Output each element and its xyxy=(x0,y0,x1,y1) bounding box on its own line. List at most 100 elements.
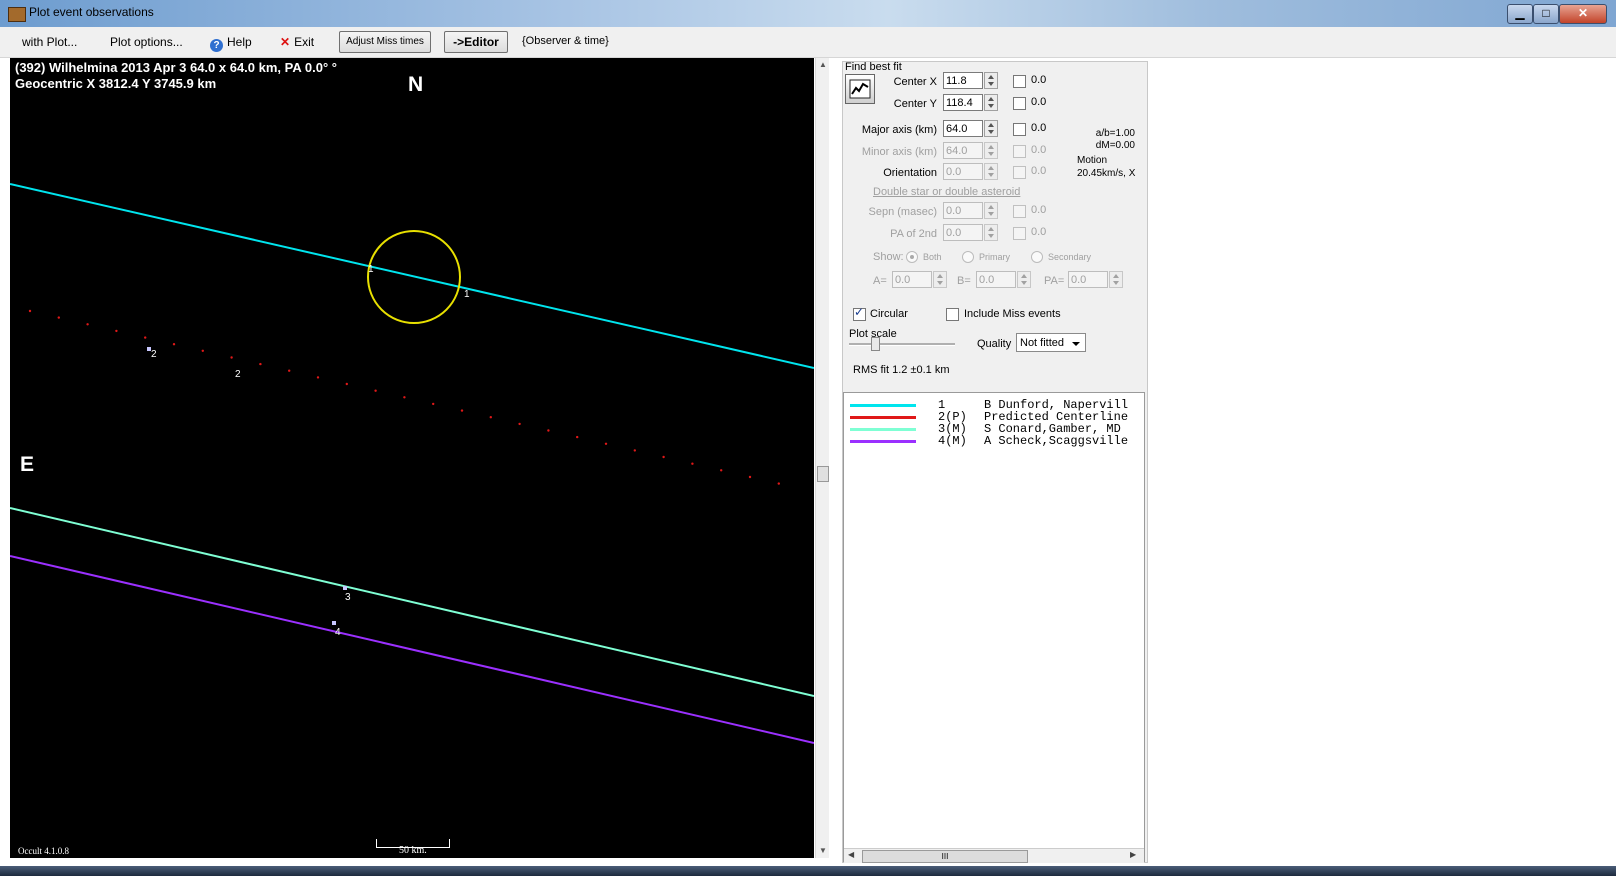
major-axis-input[interactable]: 64.0 xyxy=(943,120,983,137)
chord-label: 2 xyxy=(151,349,157,360)
quality-select[interactable]: Not fitted xyxy=(1016,333,1086,352)
minor-axis-uncertainty: 0.0 xyxy=(1031,144,1047,156)
find-best-fit-button[interactable] xyxy=(845,74,875,104)
scroll-thumb[interactable] xyxy=(817,466,829,482)
legend-number: 4(M) xyxy=(938,434,967,448)
predicted-dot xyxy=(28,309,32,313)
chevron-down-icon xyxy=(1072,342,1080,346)
east-label: E xyxy=(20,453,35,476)
a-spinner[interactable] xyxy=(933,271,947,288)
orientation-uncertainty: 0.0 xyxy=(1031,165,1047,177)
minor-axis-label: Minor axis (km) xyxy=(861,146,937,158)
center-y-checkbox[interactable] xyxy=(1013,97,1026,110)
title-bar: Plot event observations ▁ □ ✕ xyxy=(0,0,1616,27)
show-both-radio[interactable] xyxy=(906,251,918,263)
menu-exit[interactable]: ✕ Exit xyxy=(280,35,314,49)
b-input[interactable]: 0.0 xyxy=(976,271,1016,288)
a-input[interactable]: 0.0 xyxy=(892,271,932,288)
delta-magnitude: dM=0.00 xyxy=(1095,140,1135,151)
scroll-down-icon[interactable]: ▼ xyxy=(819,846,827,855)
show-secondary-radio[interactable] xyxy=(1031,251,1043,263)
orientation-input[interactable]: 0.0 xyxy=(943,163,983,180)
window-title: Plot event observations xyxy=(29,5,154,19)
double-star-label: Double star or double asteroid xyxy=(873,186,1021,198)
predicted-dot xyxy=(432,402,435,406)
menu-bar: with Plot... Plot options... ? Help ✕ Exit… xyxy=(0,27,1616,58)
plot-header-line1: (392) Wilhelmina 2013 Apr 3 64.0 x 64.0 … xyxy=(15,60,337,75)
maximize-button[interactable]: □ xyxy=(1533,4,1559,24)
menu-help-label: Help xyxy=(227,35,252,49)
observer-legend-list[interactable]: 1 B Dunford, Napervill 2(P) Predicted Ce… xyxy=(843,392,1145,863)
pa-second-input[interactable]: 0.0 xyxy=(943,224,983,241)
legend-scroll-thumb[interactable]: III xyxy=(862,850,1028,863)
pa-second-spinner[interactable] xyxy=(984,224,998,241)
minor-axis-input[interactable]: 64.0 xyxy=(943,142,983,159)
pa-label: PA= xyxy=(1044,275,1065,287)
major-axis-spinner[interactable] xyxy=(984,120,998,137)
chord-label: 4 xyxy=(335,627,341,638)
predicted-dot xyxy=(547,429,550,432)
minor-axis-checkbox[interactable] xyxy=(1013,145,1026,158)
orientation-checkbox[interactable] xyxy=(1013,166,1026,179)
chord-line-1 xyxy=(10,183,814,369)
plot-scale-thumb[interactable] xyxy=(871,337,880,351)
scroll-up-icon[interactable]: ▲ xyxy=(819,60,827,69)
menu-with-plot[interactable]: with Plot... xyxy=(22,35,77,49)
plot-header-line2: Geocentric X 3812.4 Y 3745.9 km xyxy=(15,76,217,91)
menu-help[interactable]: ? Help xyxy=(210,35,252,52)
show-secondary-label: Secondary xyxy=(1048,252,1092,262)
chord-point-3 xyxy=(343,586,347,590)
b-spinner[interactable] xyxy=(1017,271,1031,288)
scroll-left-icon[interactable]: ◀ xyxy=(848,850,854,859)
plot-scale-track[interactable] xyxy=(849,343,955,346)
major-axis-uncertainty: 0.0 xyxy=(1031,122,1047,134)
include-miss-checkbox[interactable] xyxy=(946,308,959,321)
separation-input[interactable]: 0.0 xyxy=(943,202,983,219)
menu-plot-options[interactable]: Plot options... xyxy=(110,35,183,49)
predicted-dot xyxy=(86,323,89,326)
plot-canvas[interactable]: (392) Wilhelmina 2013 Apr 3 64.0 x 64.0 … xyxy=(10,58,814,858)
minimize-button[interactable]: ▁ xyxy=(1507,4,1533,24)
observer-time-label: {Observer & time} xyxy=(522,35,609,47)
circular-checkbox[interactable] xyxy=(853,305,866,321)
pa-spinner[interactable] xyxy=(1109,271,1123,288)
show-label: Show: xyxy=(873,251,904,263)
separation-checkbox[interactable] xyxy=(1013,205,1026,218)
orientation-label: Orientation xyxy=(883,167,937,179)
pa-input[interactable]: 0.0 xyxy=(1068,271,1108,288)
legend-horizontal-scrollbar[interactable]: ◀ III ▶ xyxy=(844,848,1144,863)
center-x-spinner[interactable] xyxy=(984,72,998,89)
center-x-input[interactable]: 11.8 xyxy=(943,72,983,89)
separation-spinner[interactable] xyxy=(984,202,998,219)
predicted-centerline xyxy=(28,309,780,485)
chord-label: 1 xyxy=(464,289,470,300)
quality-value: Not fitted xyxy=(1020,337,1065,349)
predicted-dot xyxy=(576,435,579,439)
minor-axis-spinner[interactable] xyxy=(984,142,998,159)
fit-chart-icon xyxy=(849,79,871,99)
predicted-dot xyxy=(144,336,147,339)
pa-second-checkbox[interactable] xyxy=(1013,227,1026,240)
predicted-dot xyxy=(115,329,118,333)
center-x-checkbox[interactable] xyxy=(1013,75,1026,88)
show-primary-radio[interactable] xyxy=(962,251,974,263)
predicted-dot xyxy=(316,376,320,379)
major-axis-checkbox[interactable] xyxy=(1013,123,1026,136)
adjust-miss-times-button[interactable]: Adjust Miss times xyxy=(339,31,431,53)
center-y-input[interactable]: 118.4 xyxy=(943,94,983,111)
circular-label: Circular xyxy=(870,308,908,320)
separation-uncertainty: 0.0 xyxy=(1031,204,1047,216)
scroll-right-icon[interactable]: ▶ xyxy=(1130,850,1136,859)
version-label: Occult 4.1.0.8 xyxy=(18,846,69,856)
center-y-spinner[interactable] xyxy=(984,94,998,111)
predicted-dot xyxy=(259,362,262,366)
orientation-spinner[interactable] xyxy=(984,163,998,180)
predicted-dot xyxy=(777,482,780,485)
close-button[interactable]: ✕ xyxy=(1559,4,1607,24)
plot-vertical-scrollbar[interactable]: ▲ ▼ xyxy=(815,58,829,858)
north-label: N xyxy=(408,73,424,96)
chord-point-4 xyxy=(332,621,336,625)
editor-button[interactable]: ->Editor xyxy=(444,31,508,53)
plot-svg xyxy=(10,183,814,744)
find-best-fit-label: Find best fit xyxy=(845,61,902,73)
